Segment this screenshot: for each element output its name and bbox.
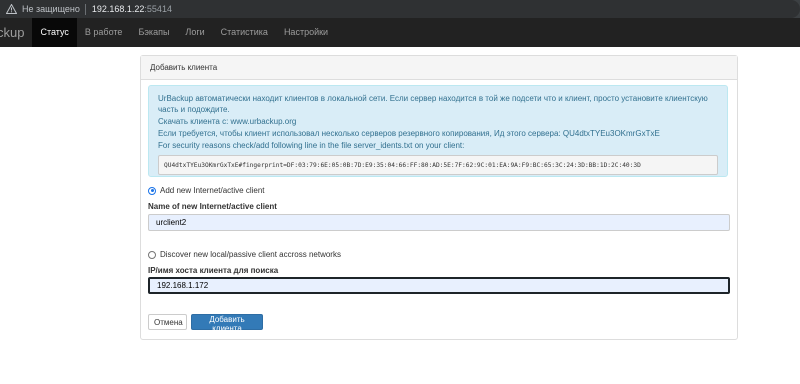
ip-hostname-label: IP/имя хоста клиента для поиска bbox=[148, 266, 279, 275]
local-client-option[interactable]: Discover new local/passive client accros… bbox=[148, 250, 341, 259]
add-client-button[interactable]: Добавить клиента bbox=[191, 314, 263, 333]
nav-item-status[interactable]: Статус bbox=[32, 18, 77, 47]
internet-client-name-input[interactable] bbox=[148, 214, 730, 231]
local-client-radio[interactable] bbox=[148, 250, 156, 259]
nav-item-logs[interactable]: Логи bbox=[177, 18, 212, 47]
internet-client-option[interactable]: Add new Internet/active client bbox=[148, 186, 265, 195]
nav-item-backups[interactable]: Бэкапы bbox=[130, 18, 177, 47]
nav-item-settings[interactable]: Настройки bbox=[276, 18, 336, 47]
url-port[interactable]: :55414 bbox=[144, 4, 172, 14]
omnibox[interactable]: Не защищено 192.168.1.22:55414 bbox=[0, 0, 800, 18]
browser-address-bar: Не защищено 192.168.1.22:55414 bbox=[0, 0, 800, 18]
url-host[interactable]: 192.168.1.22 bbox=[92, 4, 145, 14]
local-client-option-label[interactable]: Discover new local/passive client accros… bbox=[160, 250, 341, 259]
nav-item-in-progress[interactable]: В работе bbox=[77, 18, 131, 47]
info-download-line: Скачать клиента с: www.urbackup.org bbox=[158, 116, 718, 127]
warning-icon[interactable] bbox=[6, 3, 18, 15]
internet-client-radio[interactable] bbox=[148, 186, 156, 195]
info-autodiscovery-text: UrBackup автоматически находит клиентов … bbox=[158, 94, 708, 114]
internet-client-name-label: Name of new Internet/active client bbox=[148, 202, 277, 211]
add-client-panel: Добавить клиента UrBackup автоматически … bbox=[140, 55, 738, 340]
panel-title: Добавить клиента bbox=[141, 56, 737, 80]
security-label[interactable]: Не защищено bbox=[22, 4, 80, 14]
info-server-id-text: Если требуется, чтобы клиент использовал… bbox=[158, 129, 660, 138]
ip-hostname-input[interactable] bbox=[148, 277, 730, 294]
cancel-button[interactable]: Отмена bbox=[148, 314, 187, 330]
internet-client-option-label[interactable]: Add new Internet/active client bbox=[160, 186, 265, 195]
nav-item-statistics[interactable]: Статистика bbox=[213, 18, 276, 47]
download-link[interactable]: www.urbackup.org bbox=[231, 117, 297, 126]
brand-logo-text[interactable]: ckup bbox=[0, 18, 32, 47]
download-prefix: Скачать клиента с: bbox=[158, 117, 231, 126]
server-ident-code[interactable]: QU4dtxTYEu3OKmrGxTxE#fingerprint=DF:03:7… bbox=[158, 155, 718, 175]
top-navbar: ckup Статус В работе Бэкапы Логи Статист… bbox=[0, 18, 800, 47]
info-security-text: For security reasons check/add following… bbox=[158, 141, 465, 150]
address-divider bbox=[84, 3, 86, 15]
info-alert: UrBackup автоматически находит клиентов … bbox=[148, 85, 728, 177]
